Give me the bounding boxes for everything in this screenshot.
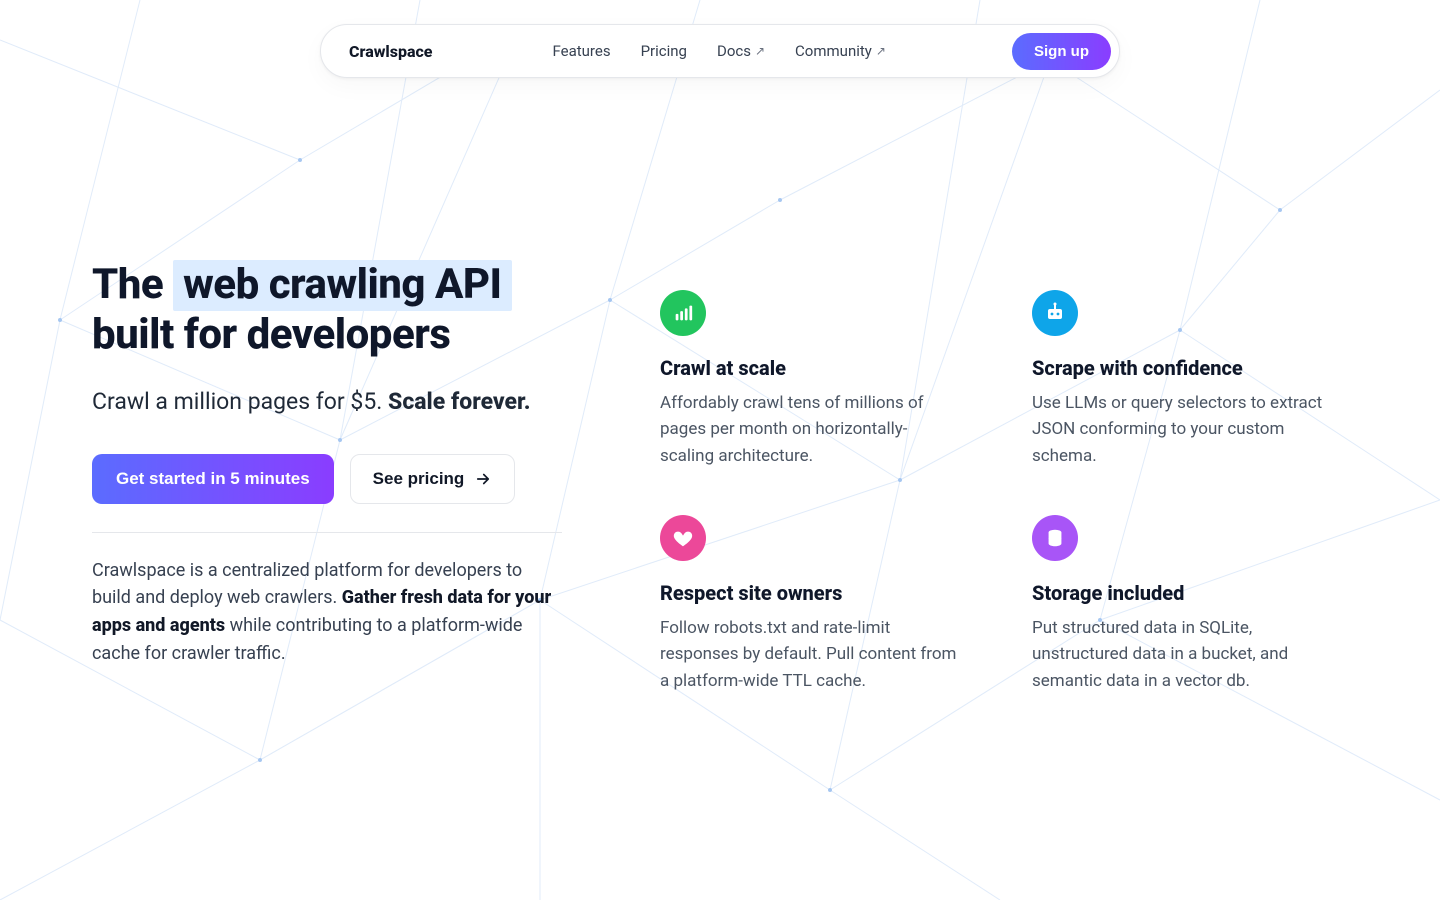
- see-pricing-button[interactable]: See pricing: [350, 454, 516, 504]
- feature-title: Scrape with confidence: [1032, 356, 1332, 380]
- external-link-icon: ↗: [876, 44, 886, 58]
- hero-section: The web crawling API built for developer…: [92, 260, 562, 686]
- nav-link-pricing[interactable]: Pricing: [641, 42, 687, 60]
- feature-title: Storage included: [1032, 581, 1332, 605]
- feature-scrape-confidence: Scrape with confidence Use LLMs or query…: [1032, 290, 1332, 469]
- feature-storage-included: Storage included Put structured data in …: [1032, 515, 1332, 694]
- brand-logo[interactable]: Crawlspace: [349, 42, 433, 61]
- nav-link-docs[interactable]: Docs ↗: [717, 42, 765, 60]
- subtitle-bold: Scale forever.: [388, 388, 530, 415]
- features-grid: Crawl at scale Affordably crawl tens of …: [660, 290, 1380, 694]
- signup-button[interactable]: Sign up: [1012, 33, 1111, 70]
- database-icon: [1032, 515, 1078, 561]
- nav-link-label: Pricing: [641, 42, 687, 60]
- feature-title: Respect site owners: [660, 581, 960, 605]
- feature-respect-owners: Respect site owners Follow robots.txt an…: [660, 515, 960, 694]
- feature-body: Use LLMs or query selectors to extract J…: [1032, 390, 1332, 469]
- top-nav: Crawlspace Features Pricing Docs ↗ Commu…: [320, 24, 1120, 78]
- bars-icon: [660, 290, 706, 336]
- get-started-button[interactable]: Get started in 5 minutes: [92, 454, 334, 504]
- feature-body: Put structured data in SQLite, unstructu…: [1032, 615, 1332, 694]
- title-highlight: web crawling API: [173, 260, 511, 311]
- nav-link-label: Features: [553, 42, 611, 60]
- title-part: built for developers: [92, 310, 450, 359]
- arrow-right-icon: [474, 470, 492, 488]
- heart-icon: [660, 515, 706, 561]
- external-link-icon: ↗: [755, 44, 765, 58]
- hero-blurb: Crawlspace is a centralized platform for…: [92, 557, 562, 669]
- feature-crawl-at-scale: Crawl at scale Affordably crawl tens of …: [660, 290, 960, 469]
- title-part: The: [92, 260, 163, 309]
- feature-title: Crawl at scale: [660, 356, 960, 380]
- subtitle-text: Crawl a million pages for $5.: [92, 388, 388, 415]
- feature-body: Follow robots.txt and rate-limit respons…: [660, 615, 960, 694]
- nav-link-community[interactable]: Community ↗: [795, 42, 886, 60]
- nav-link-features[interactable]: Features: [553, 42, 611, 60]
- see-pricing-label: See pricing: [373, 469, 465, 489]
- nav-link-label: Community: [795, 42, 872, 60]
- page-title: The web crawling API built for developer…: [92, 260, 562, 359]
- hero-subtitle: Crawl a million pages for $5. Scale fore…: [92, 385, 562, 420]
- robot-icon: [1032, 290, 1078, 336]
- divider: [92, 532, 562, 533]
- nav-link-label: Docs: [717, 42, 751, 60]
- feature-body: Affordably crawl tens of millions of pag…: [660, 390, 960, 469]
